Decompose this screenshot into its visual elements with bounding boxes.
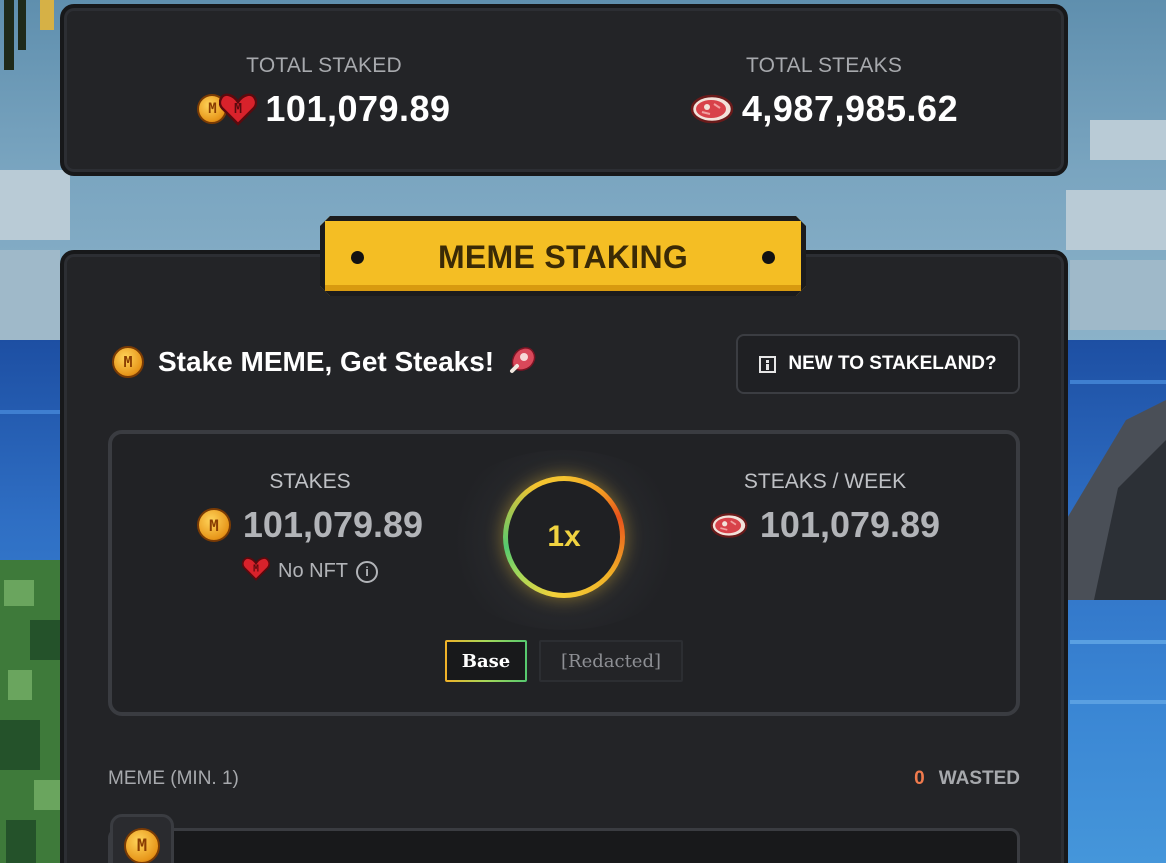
cloud	[0, 170, 70, 240]
cloud	[0, 250, 60, 340]
svg-text:M: M	[234, 102, 242, 117]
wave	[1070, 380, 1166, 384]
wave	[1070, 700, 1166, 704]
total-staked-stat: TOTAL STAKED M M 101,079.89	[84, 8, 564, 130]
total-steaks-value: 4,987,985.62	[741, 88, 959, 129]
wasted-indicator: 0 WASTED	[914, 768, 1020, 790]
meme-heart-icon: M	[219, 92, 258, 126]
meme-coin-icon: M	[112, 345, 144, 378]
steaks-per-week-value: 101,079.89	[759, 504, 941, 545]
meat-emoji-icon	[508, 344, 538, 379]
cloud	[1066, 190, 1166, 250]
multiplier-value: 1x	[547, 520, 581, 553]
meme-amount-label: MEME (MIN. 1)	[108, 768, 239, 789]
total-staked-label: TOTAL STAKED	[246, 54, 402, 77]
meme-amount-input[interactable]	[108, 828, 1020, 863]
steaks-per-week-column: STEAKS / WEEK 101,079.89	[680, 470, 970, 546]
cloud	[1090, 120, 1166, 160]
stakes-value: 101,079.89	[242, 504, 424, 545]
totals-panel: TOTAL STAKED M M 101,079.89 TOTAL STEAKS…	[60, 4, 1068, 176]
meme-coin-icon: M	[124, 828, 160, 863]
headline-text: Stake MEME, Get Steaks!	[158, 345, 495, 377]
banner-title: MEME STAKING	[437, 239, 689, 275]
wasted-count: 0	[914, 768, 925, 789]
info-icon[interactable]: i	[356, 560, 378, 583]
tab-base[interactable]: Base	[445, 640, 527, 682]
cloud	[1070, 260, 1166, 330]
wasted-label: WASTED	[938, 768, 1020, 789]
svg-text:M: M	[253, 563, 259, 574]
total-staked-value: 101,079.89	[265, 88, 451, 129]
steaks-per-week-label: STEAKS / WEEK	[743, 470, 907, 493]
meme-heart-icon: M	[241, 556, 271, 587]
total-steaks-stat: TOTAL STEAKS 4,987,985.62	[584, 8, 1064, 130]
steak-icon	[710, 512, 748, 539]
wave	[1070, 640, 1166, 644]
new-to-stakeland-button[interactable]: NEW TO STAKELAND?	[736, 334, 1020, 394]
banner-rivet	[762, 251, 775, 264]
info-icon	[759, 355, 777, 373]
nft-status-label: No NFT	[278, 560, 348, 582]
stakes-label: STAKES	[269, 470, 351, 493]
meme-staking-banner: MEME STAKING	[320, 216, 806, 296]
stakes-column: STAKES M 101,079.89 M No NFT i	[160, 470, 460, 587]
palm-leaves	[0, 0, 60, 80]
new-to-stakeland-label: NEW TO STAKELAND?	[788, 353, 997, 374]
multiplier-ring: 1x	[503, 476, 625, 598]
total-steaks-label: TOTAL STEAKS	[745, 54, 903, 77]
nft-status: M No NFT i	[160, 556, 460, 587]
meme-coin-icon: M	[196, 508, 231, 542]
tab-redacted[interactable]: [Redacted]	[539, 640, 683, 682]
steak-icon	[690, 94, 734, 124]
staking-headline: M Stake MEME, Get Steaks!	[112, 344, 538, 379]
input-token-badge: M	[110, 814, 174, 863]
